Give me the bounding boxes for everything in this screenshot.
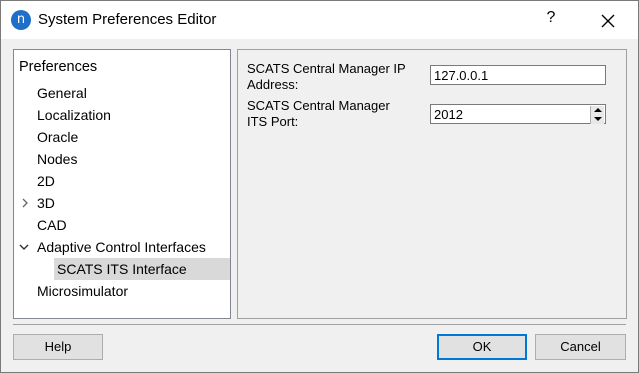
its-port-spinbox[interactable]: 2012: [430, 104, 606, 124]
tree-item-oracle[interactable]: Oracle: [37, 126, 78, 148]
tree-item-localization[interactable]: Localization: [37, 104, 111, 126]
tree-item-3d[interactable]: 3D: [37, 192, 55, 214]
spin-down-icon[interactable]: [590, 115, 604, 124]
preferences-tree[interactable]: Preferences General Localization Oracle …: [13, 49, 231, 319]
tree-item-cad[interactable]: CAD: [37, 214, 67, 236]
tree-item-scats-its-interface[interactable]: SCATS ITS Interface: [54, 258, 230, 280]
title-bar: n System Preferences Editor ?: [1, 1, 638, 39]
window-title: System Preferences Editor: [38, 11, 217, 28]
spin-buttons: [590, 106, 604, 124]
tree-item-2d[interactable]: 2D: [37, 170, 55, 192]
chevron-right-icon[interactable]: [19, 197, 31, 209]
app-logo-icon: n: [11, 10, 31, 30]
separator: [13, 324, 626, 325]
tree-header: Preferences: [19, 59, 98, 75]
its-port-value: 2012: [434, 107, 463, 122]
tree-item-microsimulator[interactable]: Microsimulator: [37, 280, 128, 302]
close-icon[interactable]: [598, 11, 618, 31]
help-button[interactable]: Help: [13, 334, 103, 360]
tree-item-adaptive-control-interfaces[interactable]: Adaptive Control Interfaces: [37, 236, 206, 258]
tree-item-general[interactable]: General: [37, 82, 87, 104]
its-port-label: SCATS Central Manager ITS Port:: [247, 98, 390, 129]
dialog-window: n System Preferences Editor ? Preference…: [0, 0, 639, 373]
cancel-button[interactable]: Cancel: [535, 334, 626, 360]
ok-button[interactable]: OK: [437, 334, 527, 360]
tree-item-nodes[interactable]: Nodes: [37, 148, 77, 170]
ip-address-input[interactable]: 127.0.0.1: [430, 65, 606, 85]
settings-panel: SCATS Central Manager IP Address: 127.0.…: [237, 49, 627, 319]
ip-address-label: SCATS Central Manager IP Address:: [247, 61, 406, 92]
chevron-down-icon[interactable]: [18, 241, 30, 253]
help-icon[interactable]: ?: [541, 9, 561, 31]
spin-up-icon[interactable]: [590, 106, 604, 115]
